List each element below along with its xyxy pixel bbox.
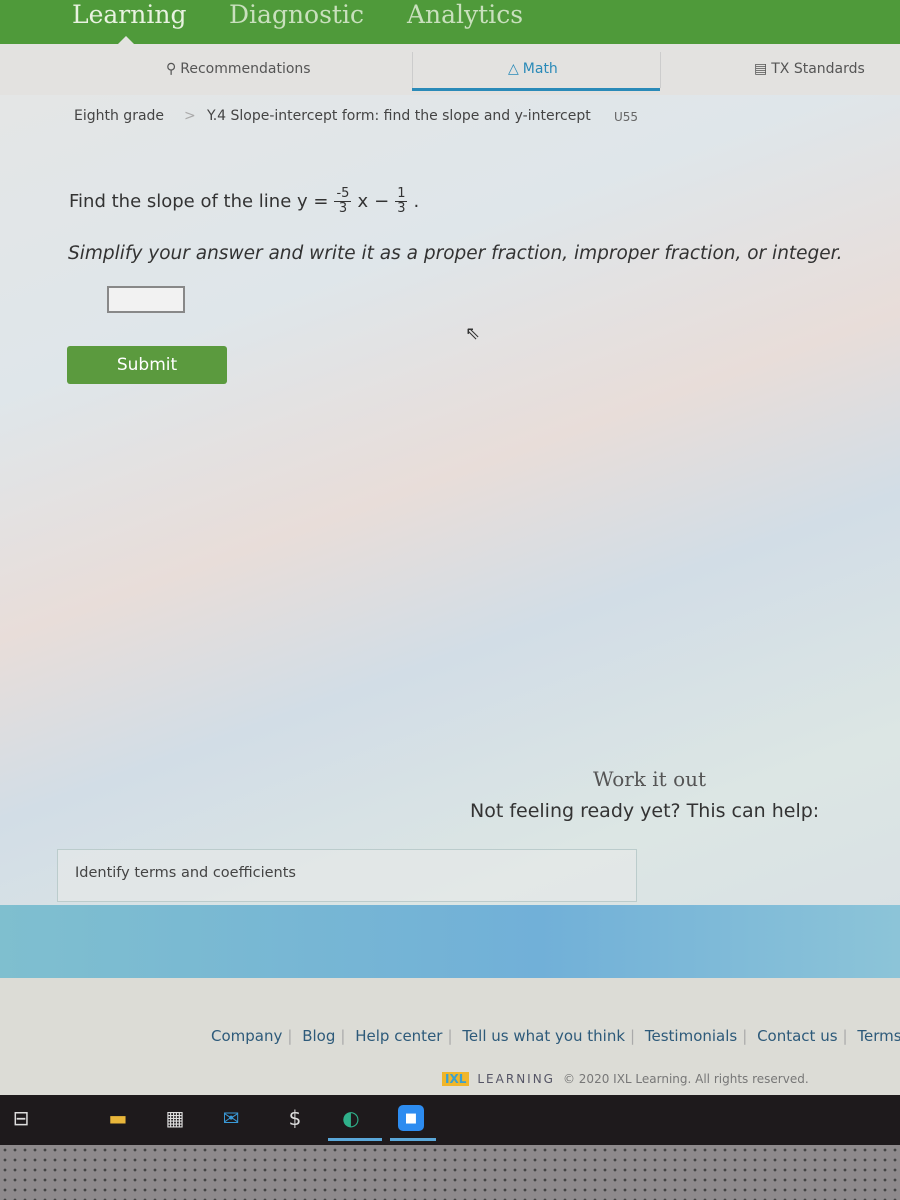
help-link-identify-terms[interactable]: Identify terms and coefficients xyxy=(57,849,637,902)
clipboard-icon: ▤ xyxy=(754,61,768,77)
instructions: Simplify your answer and write it as a p… xyxy=(68,243,843,264)
minus: − xyxy=(374,191,390,212)
footer-link-feedback[interactable]: Tell us what you think xyxy=(462,1027,625,1045)
footer: Company | Blog | Help center | Tell us what… xyxy=(0,978,900,1095)
store-icon[interactable]: ▦ xyxy=(162,1105,188,1131)
logo-text: LEARNING xyxy=(477,1072,555,1086)
footer-link-company[interactable]: Company xyxy=(211,1027,282,1045)
work-it-out-heading: Work it out xyxy=(593,767,707,791)
breadcrumb-grade[interactable]: Eighth grade xyxy=(74,108,164,124)
sub-nav: ⚲ Recommendations △ Math ▤ TX Standards xyxy=(0,44,900,95)
fraction-intercept: 13 xyxy=(395,186,408,216)
running-indicator xyxy=(390,1138,436,1141)
subnav-standards[interactable]: ▤ TX Standards xyxy=(754,61,865,77)
blue-band xyxy=(0,905,900,978)
tab-learning[interactable]: Learning xyxy=(72,0,186,29)
pyramid-icon: △ xyxy=(508,61,519,77)
divider xyxy=(412,52,413,88)
taskbar: ⊟ ▬ ▦ ✉ $ ◐ ■ xyxy=(0,1095,900,1145)
top-nav: Learning Diagnostic Analytics xyxy=(0,0,900,44)
period: . xyxy=(413,191,420,212)
running-indicator xyxy=(328,1138,382,1141)
footer-link-help[interactable]: Help center xyxy=(355,1027,442,1045)
ixl-logo: IXL xyxy=(442,1072,470,1086)
label: TX Standards xyxy=(771,61,865,77)
footer-link-terms[interactable]: Terms of xyxy=(857,1027,900,1045)
file-explorer-icon[interactable]: ▬ xyxy=(105,1105,131,1131)
tab-analytics[interactable]: Analytics xyxy=(407,0,523,29)
task-view-icon[interactable]: ⊟ xyxy=(8,1105,34,1131)
mail-icon[interactable]: ✉ xyxy=(218,1105,244,1131)
skill-code: U55 xyxy=(614,110,639,124)
label: Recommendations xyxy=(180,61,311,77)
mouse-cursor-icon: ⇖ xyxy=(465,323,481,344)
laptop-bezel xyxy=(0,1145,900,1200)
question: Find the slope of the line y = -5 3 x − 1… xyxy=(69,187,419,216)
footer-links: Company | Blog | Help center | Tell us what… xyxy=(211,1027,900,1045)
recommendations-icon: ⚲ xyxy=(166,61,177,77)
copyright: IXL LEARNING © 2020 IXL Learning. All ri… xyxy=(442,1072,809,1086)
app-icon[interactable]: $ xyxy=(282,1105,308,1131)
zoom-icon[interactable]: ■ xyxy=(398,1105,424,1131)
edge-icon[interactable]: ◐ xyxy=(338,1105,364,1131)
tab-diagnostic[interactable]: Diagnostic xyxy=(229,0,364,29)
answer-input[interactable] xyxy=(107,286,185,313)
question-text: Find the slope of the line y = xyxy=(69,191,329,212)
breadcrumb-separator: > xyxy=(184,108,196,124)
subnav-recommendations[interactable]: ⚲ Recommendations xyxy=(166,61,311,77)
help-text: Not feeling ready yet? This can help: xyxy=(470,800,820,822)
active-underline xyxy=(412,88,660,91)
label: Math xyxy=(522,61,558,77)
copyright-text: © 2020 IXL Learning. All rights reserved… xyxy=(562,1072,809,1086)
variable-x: x xyxy=(357,191,369,212)
fraction-slope: -5 3 xyxy=(334,186,352,216)
divider xyxy=(660,52,661,88)
footer-link-testimonials[interactable]: Testimonials xyxy=(645,1027,737,1045)
submit-button[interactable]: Submit xyxy=(67,346,227,384)
footer-link-contact[interactable]: Contact us xyxy=(757,1027,837,1045)
practice-area: Eighth grade > Y.4 Slope-intercept form:… xyxy=(0,95,900,978)
footer-link-blog[interactable]: Blog xyxy=(302,1027,335,1045)
active-tab-caret xyxy=(118,36,134,44)
breadcrumb-skill: Y.4 Slope-intercept form: find the slope… xyxy=(207,108,591,124)
subnav-math[interactable]: △ Math xyxy=(508,61,558,77)
